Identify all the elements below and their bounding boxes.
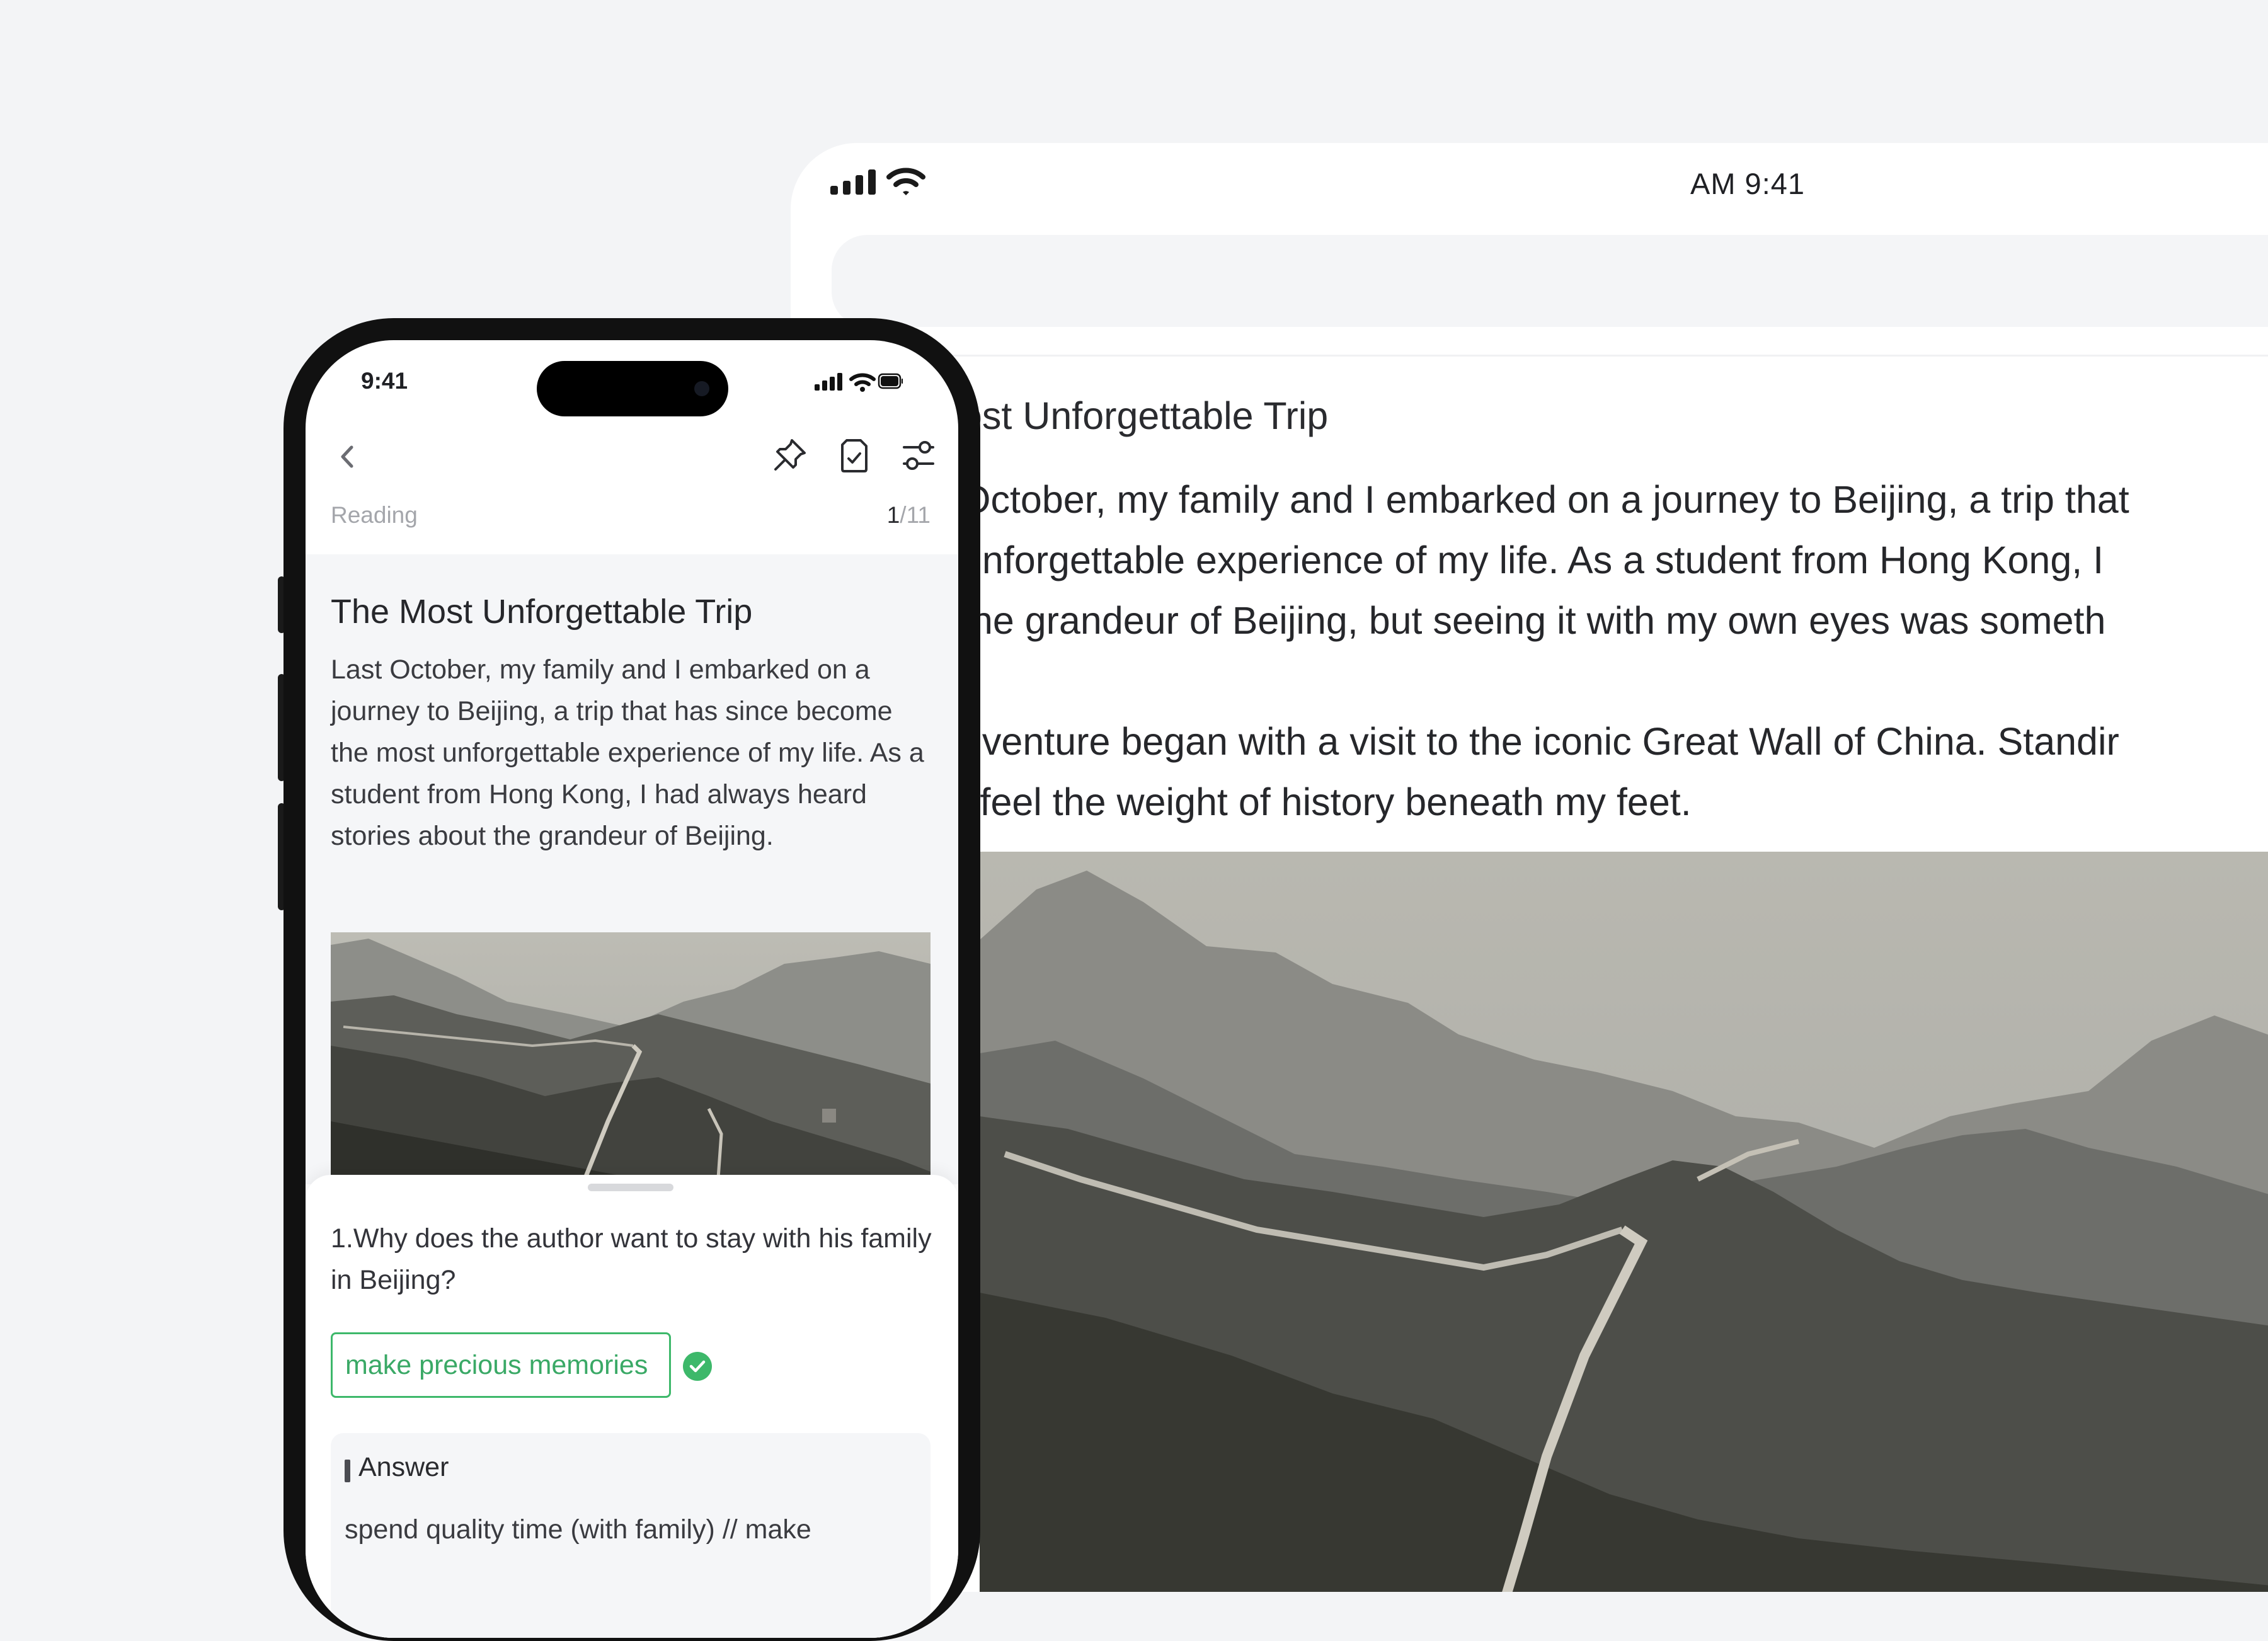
search-bar[interactable] <box>832 235 2268 327</box>
page-current: 1 <box>886 502 900 528</box>
chevron-left-icon[interactable] <box>331 440 365 474</box>
article-paragraph: dventure began with a visit to the iconi… <box>961 711 2268 832</box>
answer-text: spend quality time (with family) // make <box>345 1514 811 1545</box>
article-title: ost Unforgettable Trip <box>961 394 1329 437</box>
wifi-icon <box>886 168 925 195</box>
dynamic-island <box>537 361 728 416</box>
great-wall-photo <box>980 852 2268 1592</box>
paragraph-line: October, my family and I embarked on a j… <box>961 478 2129 521</box>
paragraph-line: unforgettable experience of my life. As … <box>961 539 2104 581</box>
divider <box>791 355 2268 357</box>
user-answer-text: make precious memories <box>345 1349 648 1380</box>
status-icons <box>815 370 903 396</box>
check-circle-icon <box>683 1352 712 1381</box>
page-total: /11 <box>900 502 931 528</box>
status-time: AM 9:41 <box>1690 167 1806 200</box>
paragraph-line: dventure began with a visit to the iconi… <box>961 720 2119 763</box>
phone-screen: 9:41 Reading 1/11 The Most Unforgettable… <box>306 340 958 1638</box>
camera-icon <box>694 381 709 396</box>
paragraph-line: l feel the weight of history beneath my … <box>961 780 1692 823</box>
article-body: Last October, my family and I embarked o… <box>331 655 924 851</box>
section-label: Reading <box>331 502 418 528</box>
article-content: The Most Unforgettable Trip Last October… <box>306 554 958 1222</box>
phone-device: 9:41 Reading 1/11 The Most Unforgettable… <box>284 318 980 1641</box>
article-title: The Most Unforgettable Trip <box>331 593 753 631</box>
question-text: 1.Why does the author want to stay with … <box>331 1223 932 1295</box>
status-time: 9:41 <box>361 368 408 394</box>
page-counter: 1/11 <box>887 502 931 529</box>
question-sheet: 1.Why does the author want to stay with … <box>306 1175 958 1638</box>
answer-label: Answer <box>358 1452 449 1482</box>
signal-icon <box>815 373 842 391</box>
signal-icon <box>830 169 876 195</box>
article-paragraph: October, my family and I embarked on a j… <box>961 469 2268 651</box>
answer-panel: Answer spend quality time (with family) … <box>331 1433 931 1638</box>
wifi-icon <box>849 373 876 392</box>
notes-icon[interactable] <box>833 435 875 476</box>
sheet-drag-handle[interactable] <box>588 1184 673 1191</box>
battery-icon <box>878 373 903 389</box>
settings-sliders-icon[interactable] <box>898 435 939 476</box>
answer-marker <box>345 1460 350 1482</box>
user-answer-chip[interactable]: make precious memories <box>331 1332 672 1398</box>
pin-icon[interactable] <box>769 435 810 476</box>
paragraph-line: the grandeur of Beijing, but seeing it w… <box>961 599 2106 642</box>
tablet-device: AM 9:41 ost Unforgettable Trip October, … <box>791 143 2268 1592</box>
